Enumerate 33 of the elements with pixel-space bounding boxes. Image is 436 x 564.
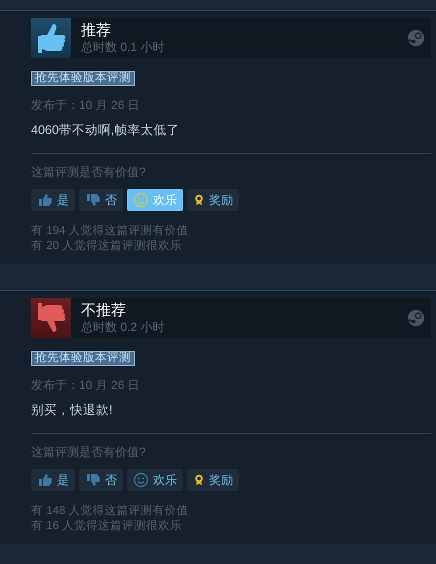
no-button[interactable]: 否 bbox=[79, 469, 123, 491]
vote-count-text: 有 20 人觉得这篇评测很欢乐 bbox=[31, 239, 184, 254]
review-text: 别买，快退款! bbox=[31, 402, 114, 419]
posted-date: 发布于：10 月 26 日 bbox=[31, 97, 141, 114]
verdict-title: 推荐 bbox=[81, 22, 112, 40]
funny-button[interactable]: 欢乐 bbox=[127, 469, 183, 491]
early-access-tag: 抢先体验版本评测 bbox=[31, 71, 135, 86]
review-text: 4060带不动啊,帧率太低了 bbox=[31, 122, 180, 139]
no-button[interactable]: 否 bbox=[79, 189, 123, 211]
verdict-title: 不推荐 bbox=[81, 302, 127, 320]
smiley-icon bbox=[133, 472, 149, 488]
award-ribbon-icon bbox=[193, 472, 205, 488]
early-access-tag: 抢先体验版本评测 bbox=[31, 351, 135, 366]
vote-count-text: 有 194 人觉得这篇评测有价值 bbox=[31, 224, 190, 239]
platform-icon bbox=[407, 29, 425, 47]
helpful-question: 这篇评测是否有价值? bbox=[31, 164, 147, 181]
award-button[interactable]: 奖励 bbox=[187, 189, 239, 211]
playtime-text: 总时数 0.2 小时 bbox=[81, 320, 166, 334]
posted-date: 发布于：10 月 26 日 bbox=[31, 377, 141, 394]
playtime-text: 总时数 0.1 小时 bbox=[81, 40, 166, 54]
thumbs-down-icon bbox=[85, 192, 101, 208]
helpful-question: 这篇评测是否有价值? bbox=[31, 444, 147, 461]
thumbs-up-icon bbox=[37, 472, 53, 488]
award-ribbon-icon bbox=[193, 192, 205, 208]
smiley-icon bbox=[133, 192, 149, 208]
vote-count-text: 有 16 人觉得这篇评测很欢乐 bbox=[31, 519, 184, 534]
thumbs-down-icon bbox=[85, 472, 101, 488]
vote-count-text: 有 148 人觉得这篇评测有价值 bbox=[31, 504, 190, 519]
yes-button[interactable]: 是 bbox=[31, 469, 75, 491]
yes-button[interactable]: 是 bbox=[31, 189, 75, 211]
thumbs-up-icon bbox=[37, 192, 53, 208]
platform-icon bbox=[407, 309, 425, 327]
award-button[interactable]: 奖励 bbox=[187, 469, 239, 491]
